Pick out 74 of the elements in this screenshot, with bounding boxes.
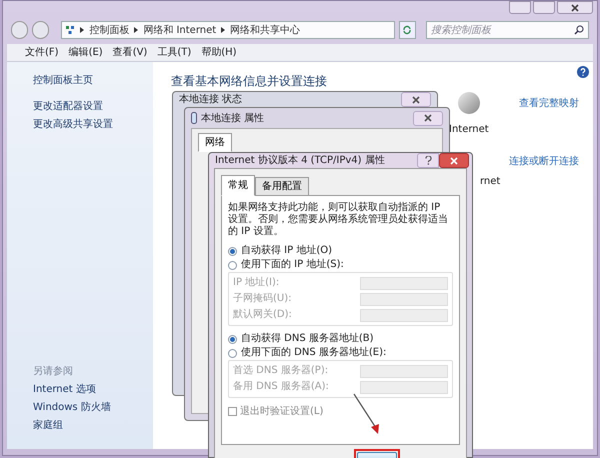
checkbox-label: 退出时验证设置(L)	[240, 404, 324, 419]
close-icon	[412, 96, 420, 104]
internet-label: Internet	[449, 123, 489, 137]
radio-button[interactable]	[228, 348, 237, 358]
sidebar-link[interactable]: 更改高级共享设置	[33, 116, 153, 134]
close-button[interactable]	[401, 92, 431, 107]
ip-input-field[interactable]	[360, 364, 448, 378]
close-button[interactable]	[439, 153, 469, 168]
sidebar-link[interactable]: 控制面板主页	[33, 72, 153, 90]
close-button[interactable]	[413, 110, 443, 126]
forward-button[interactable]	[32, 21, 50, 39]
chevron-icon	[221, 27, 226, 33]
search-placeholder: 搜索控制面板	[430, 24, 491, 38]
radio-label: 使用下面的 DNS 服务器地址(E):	[241, 348, 386, 358]
back-button[interactable]	[11, 21, 28, 39]
close-button[interactable]	[557, 1, 593, 14]
pointer-arrow	[352, 392, 382, 436]
breadcrumb-item[interactable]: 控制面板	[89, 22, 130, 38]
sidebar-link[interactable]: 家庭组	[33, 417, 153, 435]
close-icon	[424, 114, 432, 122]
refresh-icon	[402, 25, 412, 35]
maximize-button[interactable]	[533, 1, 555, 14]
page-title: 查看基本网络信息并设置连接	[171, 73, 327, 90]
menu-item[interactable]: 编辑(E)	[68, 45, 103, 60]
help-button[interactable]	[417, 153, 439, 168]
breadcrumb-item[interactable]: 网络和共享中心	[230, 22, 300, 38]
menu-item[interactable]: 查看(V)	[112, 45, 148, 60]
globe-icon	[458, 92, 480, 114]
checkbox[interactable]	[228, 407, 237, 416]
internet-label: rnet	[480, 175, 500, 189]
ip-input-field[interactable]	[360, 308, 448, 322]
field-label: 默认网关(D):	[233, 310, 292, 320]
menu-item[interactable]: 工具(T)	[157, 45, 192, 60]
radio-label: 自动获得 IP 地址(O)	[241, 246, 332, 256]
sidebar-link[interactable]: Internet 选项	[33, 381, 153, 399]
field-label: 首选 DNS 服务器(P):	[233, 366, 328, 376]
close-icon	[450, 156, 458, 164]
help-icon	[577, 66, 589, 78]
dialog-title: Internet 协议版本 4 (TCP/IPv4) 属性	[215, 154, 385, 168]
minimize-button[interactable]	[509, 1, 531, 14]
map-link[interactable]: 查看完整映射	[519, 96, 579, 111]
radio-button[interactable]	[228, 334, 237, 344]
sidebar-link[interactable]: Windows 防火墙	[33, 399, 153, 417]
radio-button[interactable]	[228, 246, 237, 256]
connect-link[interactable]: 连接或断开连接	[509, 154, 579, 169]
search-icon	[574, 25, 584, 35]
description-text: 如果网络支持此功能，则可以获取自动指派的 IP 设置。否则，您需要从网络系统管理员处获得适当的 IP 设置。	[228, 202, 449, 238]
chevron-icon	[134, 27, 138, 33]
tab[interactable]: 网络	[198, 133, 232, 152]
ip-input-field[interactable]	[360, 292, 448, 306]
sidebar-link[interactable]: 更改适配器设置	[33, 98, 153, 116]
radio-label: 自动获得 DNS 服务器地址(B)	[241, 334, 374, 344]
network-icon	[65, 25, 76, 35]
refresh-button[interactable]	[398, 21, 416, 39]
menu-item[interactable]: 帮助(H)	[201, 45, 237, 60]
ip-input-field[interactable]	[360, 276, 448, 290]
close-icon	[571, 4, 579, 12]
radio-label: 使用下面的 IP 地址(S):	[241, 260, 344, 270]
field-label: 子网掩码(U):	[233, 294, 292, 304]
see-also-heading: 另请参阅	[33, 364, 74, 379]
tab[interactable]: 常规	[221, 175, 255, 196]
address-bar[interactable]: 控制面板 网络和 Internet 网络和共享中心	[61, 21, 395, 39]
field-label: 备用 DNS 服务器(A):	[233, 382, 329, 392]
ip-input-field[interactable]	[360, 380, 448, 394]
breadcrumb-item[interactable]: 网络和 Internet	[143, 22, 216, 38]
tab[interactable]: 备用配置	[255, 177, 309, 196]
help-icon	[424, 156, 432, 165]
network-adapter-icon	[191, 112, 197, 124]
dialog-title: 本地连接 属性	[201, 112, 264, 126]
field-label: IP 地址(I):	[233, 278, 280, 288]
radio-button[interactable]	[228, 260, 237, 270]
chevron-icon	[80, 27, 84, 33]
dialog-title: 本地连接 状态	[179, 94, 242, 106]
menu-item[interactable]: 文件(F)	[25, 45, 59, 60]
